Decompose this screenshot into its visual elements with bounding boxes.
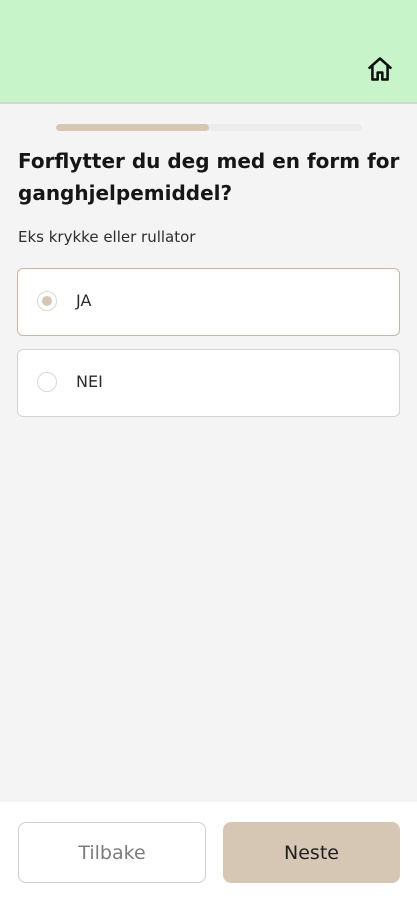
radio-button[interactable] [37,372,57,392]
top-header [0,0,417,104]
back-button[interactable]: Tilbake [18,822,206,883]
home-button[interactable] [365,54,395,84]
option-label: JA [76,291,92,310]
option-nei[interactable]: NEI [17,349,400,417]
option-ja[interactable]: JA [17,268,400,336]
option-label: NEI [76,372,103,391]
radio-button[interactable] [37,291,57,311]
radio-selected-dot [42,296,52,306]
progress-bar [56,124,362,131]
progress-fill [56,124,209,131]
next-button[interactable]: Neste [223,822,400,883]
home-icon [368,57,392,81]
question-title: Forflytter du deg med en form for ganghj… [18,149,400,205]
question-helper-text: Eks krykke eller rullator [18,228,196,246]
bottom-navigation: Tilbake Neste [0,802,417,900]
